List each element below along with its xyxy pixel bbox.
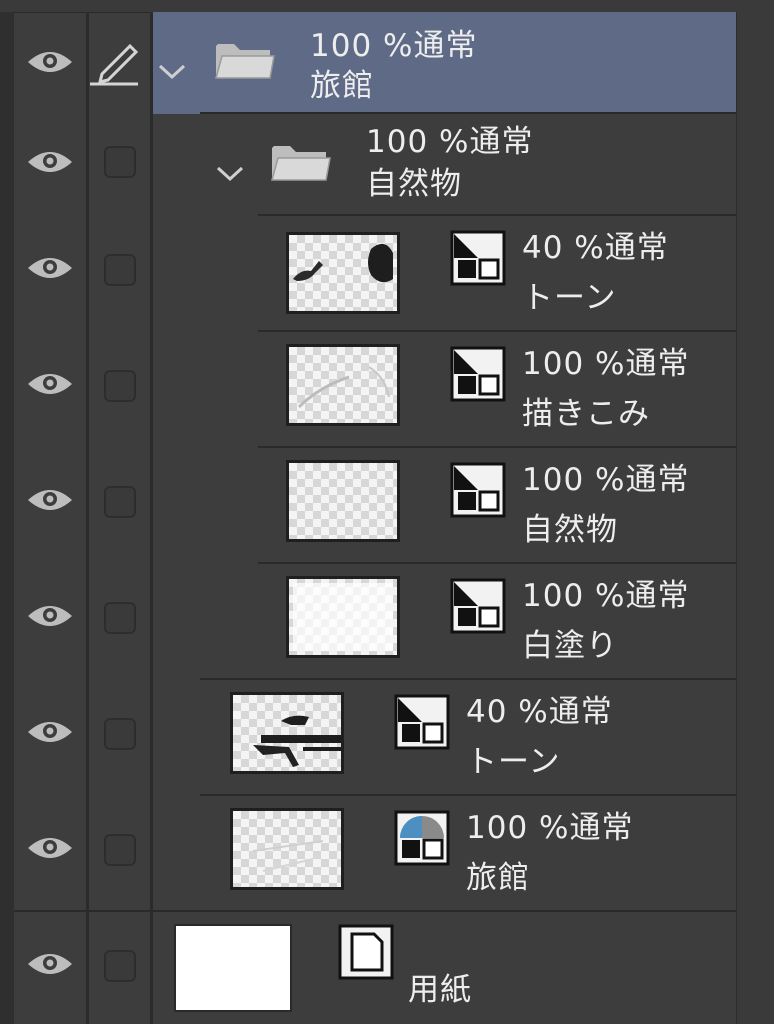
layer-name: 旅館 <box>310 68 374 104</box>
layer-name: 旅館 <box>466 860 530 896</box>
layer-name: 白塗り <box>522 628 618 664</box>
layer-opacity-mode: 100 %通常 <box>466 810 634 846</box>
eye-icon[interactable] <box>26 48 74 76</box>
raster-layer-icon <box>450 462 506 518</box>
eye-icon[interactable] <box>26 254 74 282</box>
edit-target-checkbox[interactable] <box>104 486 136 518</box>
layer-opacity-mode: 100 %通常 <box>310 28 478 64</box>
layer-row-raster[interactable]: 100 %通常 白塗り <box>14 564 736 680</box>
layer-row-folder-ryokan[interactable]: 100 %通常 旅館 <box>14 12 736 114</box>
eye-icon[interactable] <box>26 950 74 978</box>
panel-left-edge <box>0 12 14 1024</box>
pencil-icon[interactable] <box>90 42 140 86</box>
layer-name: トーン <box>466 744 561 780</box>
eye-icon[interactable] <box>26 834 74 862</box>
layer-name: 自然物 <box>366 166 462 202</box>
raster-layer-icon <box>394 694 450 750</box>
edit-target-checkbox[interactable] <box>104 254 136 286</box>
layer-opacity-mode: 100 %通常 <box>366 124 534 160</box>
layer-thumbnail <box>286 460 400 542</box>
layer-row-raster[interactable]: 100 %通常 描きこみ <box>14 332 736 448</box>
layer-opacity-mode: 100 %通常 <box>522 346 690 382</box>
layer-name: 用紙 <box>408 972 472 1008</box>
raster-layer-icon <box>450 578 506 634</box>
layer-opacity-mode: 40 %通常 <box>522 230 669 266</box>
layer-name: 描きこみ <box>522 396 650 432</box>
eye-icon[interactable] <box>26 370 74 398</box>
edit-target-checkbox[interactable] <box>104 602 136 634</box>
vector-layer-icon <box>394 810 450 866</box>
layer-thumbnail <box>286 232 400 314</box>
layer-thumbnail <box>286 576 400 658</box>
layer-thumbnail <box>230 692 344 774</box>
edit-target-checkbox[interactable] <box>104 146 136 178</box>
layer-opacity-mode: 40 %通常 <box>466 694 613 730</box>
folder-icon <box>215 44 275 79</box>
layer-thumbnail <box>286 344 400 426</box>
layer-opacity-mode: 100 %通常 <box>522 578 690 614</box>
layer-opacity-mode: 100 %通常 <box>522 462 690 498</box>
edit-target-checkbox[interactable] <box>104 718 136 750</box>
chevron-down-icon[interactable] <box>156 62 188 82</box>
layer-name: 自然物 <box>522 512 618 548</box>
edit-target-checkbox[interactable] <box>104 950 136 982</box>
edit-column-divider <box>150 12 153 1024</box>
layer-thumbnail <box>230 808 344 890</box>
panel-scrollbar-area[interactable] <box>736 12 774 1024</box>
chevron-down-icon[interactable] <box>214 164 246 184</box>
edit-target-checkbox[interactable] <box>104 834 136 866</box>
eye-icon[interactable] <box>26 486 74 514</box>
eye-icon[interactable] <box>26 148 74 176</box>
layer-row-paper[interactable]: 用紙 <box>14 912 736 1024</box>
layer-row-raster[interactable]: 40 %通常 トーン <box>14 680 736 796</box>
raster-layer-icon <box>450 346 506 402</box>
eye-icon[interactable] <box>26 718 74 746</box>
folder-icon <box>271 146 331 181</box>
eye-icon[interactable] <box>26 602 74 630</box>
visibility-column-divider <box>86 12 89 1024</box>
layer-row-raster[interactable]: 100 %通常 自然物 <box>14 448 736 564</box>
paper-layer-icon <box>338 924 394 980</box>
edit-target-checkbox[interactable] <box>104 370 136 402</box>
raster-layer-icon <box>450 230 506 286</box>
layer-thumbnail <box>174 924 292 1012</box>
layer-row-folder-shizenbutsu[interactable]: 100 %通常 自然物 <box>14 114 736 216</box>
layer-row-raster[interactable]: 40 %通常 トーン <box>14 216 736 332</box>
layer-panel: 100 %通常 旅館 100 %通常 自然物 40 %通常 トーン 100 %通… <box>0 0 774 1024</box>
layer-name: トーン <box>522 280 617 316</box>
layer-row-vector[interactable]: 100 %通常 旅館 <box>14 796 736 912</box>
